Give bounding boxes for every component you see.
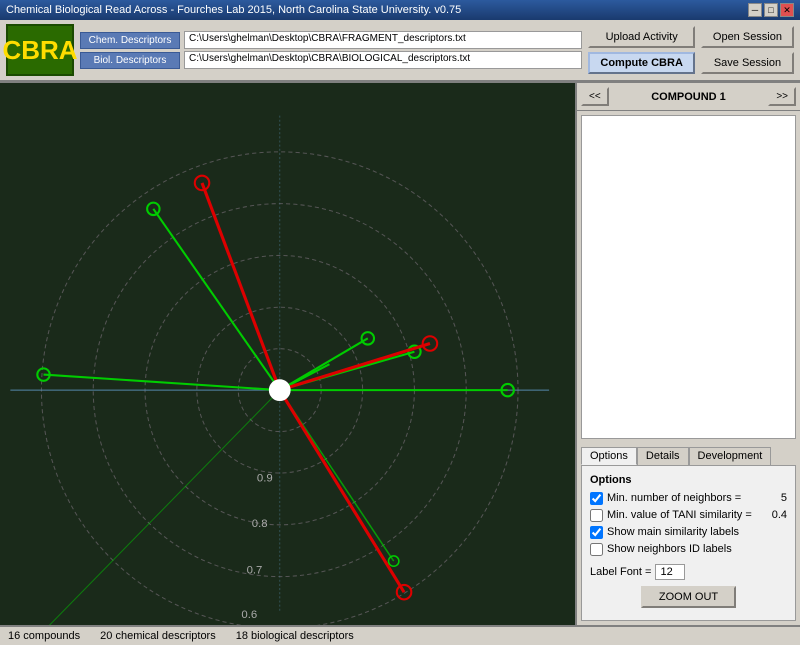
min-neighbors-checkbox[interactable] <box>590 492 603 505</box>
biol-descriptor-row: Biol. Descriptors C:\Users\ghelman\Deskt… <box>80 51 582 69</box>
descriptor-panel: Chem. Descriptors C:\Users\ghelman\Deskt… <box>80 31 582 69</box>
min-tani-value: 0.4 <box>757 509 787 521</box>
compound-preview <box>581 115 796 439</box>
window-controls: ─ □ ✕ <box>748 3 794 17</box>
svg-text:0.9: 0.9 <box>257 472 273 484</box>
maximize-button[interactable]: □ <box>764 3 778 17</box>
show-main-labels-label: Show main similarity labels <box>607 526 787 538</box>
content-area: 0.9 0.8 0.7 0.6 0.5 <box>0 82 800 625</box>
titlebar: Chemical Biological Read Across - Fourch… <box>0 0 800 20</box>
zoom-out-button[interactable]: ZOOM OUT <box>641 586 736 608</box>
option-row-2: Min. value of TANI similarity = 0.4 <box>590 509 787 522</box>
tabs-container: Options Details Development Options Min.… <box>577 443 800 625</box>
chem-descriptor-label: Chem. Descriptors <box>80 32 180 49</box>
option-row-3: Show main similarity labels <box>590 526 787 539</box>
chem-descriptor-path[interactable]: C:\Users\ghelman\Desktop\CBRA\FRAGMENT_d… <box>184 31 582 49</box>
option-row-4: Show neighbors ID labels <box>590 543 787 556</box>
tab-content: Options Min. number of neighbors = 5 Min… <box>581 465 796 621</box>
svg-text:0.8: 0.8 <box>252 518 268 530</box>
compounds-status: 16 compounds <box>8 630 80 642</box>
svg-text:0.6: 0.6 <box>241 609 257 621</box>
action-panel: Upload Activity Compute CBRA <box>588 26 695 74</box>
minimize-button[interactable]: ─ <box>748 3 762 17</box>
header: CBRA Chem. Descriptors C:\Users\ghelman\… <box>0 20 800 82</box>
status-bar: 16 compounds 20 chemical descriptors 18 … <box>0 625 800 645</box>
chemical-descriptors-status: 20 chemical descriptors <box>100 630 216 642</box>
show-main-labels-checkbox[interactable] <box>590 526 603 539</box>
right-panel: << COMPOUND 1 >> Options Details Develop… <box>575 83 800 625</box>
biological-descriptors-status: 18 biological descriptors <box>236 630 354 642</box>
open-session-button[interactable]: Open Session <box>701 26 794 48</box>
min-tani-checkbox[interactable] <box>590 509 603 522</box>
chart-area: 0.9 0.8 0.7 0.6 0.5 <box>0 83 575 625</box>
min-tani-label: Min. value of TANI similarity = <box>607 509 753 521</box>
session-panel: Open Session Save Session <box>701 26 794 74</box>
show-neighbor-labels-label: Show neighbors ID labels <box>607 543 787 555</box>
compound-name-label: COMPOUND 1 <box>609 91 769 103</box>
upload-activity-button[interactable]: Upload Activity <box>588 26 695 48</box>
show-neighbor-labels-checkbox[interactable] <box>590 543 603 556</box>
biol-descriptor-label: Biol. Descriptors <box>80 52 180 69</box>
compute-cbra-button[interactable]: Compute CBRA <box>588 52 695 74</box>
label-font-value[interactable]: 12 <box>655 564 685 580</box>
tab-development[interactable]: Development <box>689 447 772 465</box>
main-container: CBRA Chem. Descriptors C:\Users\ghelman\… <box>0 20 800 606</box>
compound-nav: << COMPOUND 1 >> <box>577 83 800 111</box>
radar-chart: 0.9 0.8 0.7 0.6 0.5 <box>0 83 575 625</box>
tabs: Options Details Development <box>581 447 796 465</box>
prev-compound-button[interactable]: << <box>581 87 609 106</box>
next-compound-button[interactable]: >> <box>768 87 796 106</box>
min-neighbors-label: Min. number of neighbors = <box>607 492 753 504</box>
close-button[interactable]: ✕ <box>780 3 794 17</box>
save-session-button[interactable]: Save Session <box>701 52 794 74</box>
biol-descriptor-path[interactable]: C:\Users\ghelman\Desktop\CBRA\BIOLOGICAL… <box>184 51 582 69</box>
min-neighbors-value: 5 <box>757 492 787 504</box>
svg-text:0.7: 0.7 <box>247 565 263 577</box>
app-title: Chemical Biological Read Across - Fourch… <box>6 4 461 16</box>
tab-details[interactable]: Details <box>637 447 689 465</box>
tab-options[interactable]: Options <box>581 447 637 465</box>
chem-descriptor-row: Chem. Descriptors C:\Users\ghelman\Deskt… <box>80 31 582 49</box>
option-row-1: Min. number of neighbors = 5 <box>590 492 787 505</box>
options-title: Options <box>590 474 787 486</box>
cbra-logo: CBRA <box>6 24 74 76</box>
label-font-row: Label Font = 12 <box>590 564 787 580</box>
label-font-label: Label Font = <box>590 566 651 578</box>
